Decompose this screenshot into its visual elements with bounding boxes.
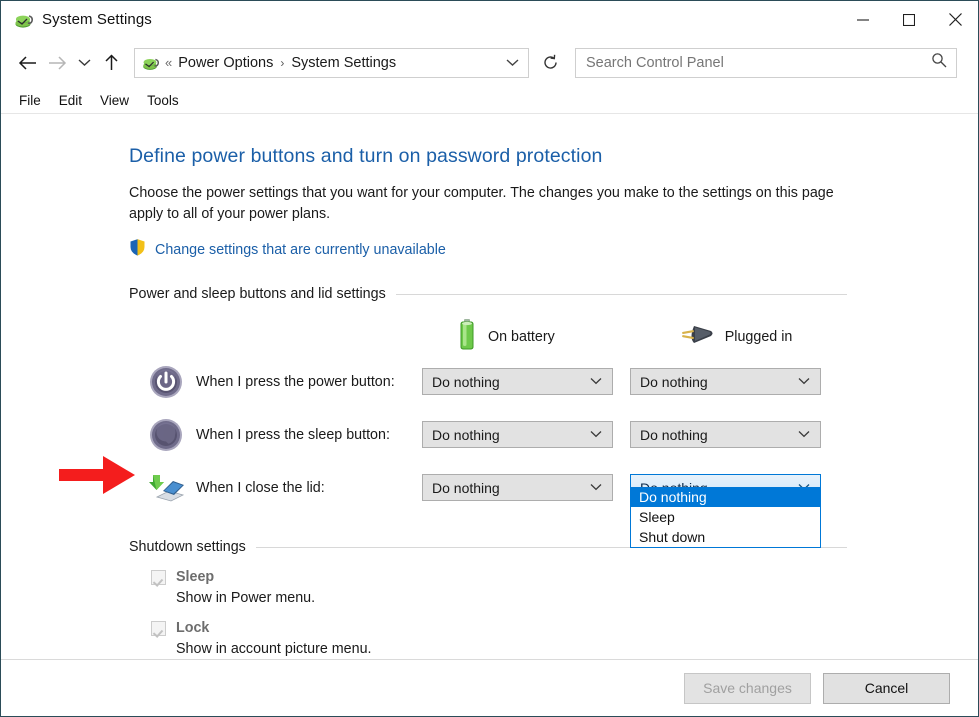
history-chevron-down-icon[interactable] — [72, 48, 96, 78]
column-label-on-battery: On battery — [488, 329, 555, 345]
setting-label-close-lid: When I close the lid: — [196, 480, 325, 496]
combo-value: Do nothing — [432, 374, 500, 390]
breadcrumb-overflow[interactable]: « — [165, 55, 172, 70]
dropdown-option-shut-down[interactable]: Shut down — [631, 527, 820, 547]
dropdown-list-close-lid-plugged[interactable]: Do nothing Sleep Shut down — [630, 487, 821, 548]
close-button[interactable] — [932, 1, 978, 38]
forward-arrow-icon — [42, 48, 72, 78]
search-placeholder: Search Control Panel — [586, 55, 724, 71]
checkbox-sub-lock: Show in account picture menu. — [176, 641, 978, 657]
chevron-down-icon — [798, 376, 810, 388]
change-settings-link[interactable]: Change settings that are currently unava… — [155, 242, 446, 258]
checkbox-row-sleep[interactable]: Sleep — [151, 569, 978, 585]
setting-row-power-button: When I press the power button: Do nothin… — [129, 355, 978, 408]
chevron-down-icon — [590, 429, 602, 441]
combo-value: Do nothing — [640, 427, 708, 443]
column-header-plugged-in: Plugged in — [680, 322, 793, 352]
power-plug-icon — [680, 322, 714, 352]
dropdown-option-sleep[interactable]: Sleep — [631, 507, 820, 527]
page-description: Choose the power settings that you want … — [129, 183, 847, 225]
menu-item-edit[interactable]: Edit — [50, 91, 91, 110]
address-bar[interactable]: « Power Options › System Settings — [134, 48, 529, 78]
address-power-options-icon — [141, 54, 159, 72]
setting-row-close-lid: When I close the lid: Do nothing Do noth… — [129, 461, 978, 514]
checkbox-lock — [151, 621, 166, 636]
minimize-button[interactable] — [840, 1, 886, 38]
menu-item-file[interactable]: File — [10, 91, 50, 110]
menu-bar: File Edit View Tools — [1, 87, 978, 114]
combo-value: Do nothing — [432, 480, 500, 496]
breadcrumb-separator-icon: › — [280, 56, 284, 70]
navigation-bar: « Power Options › System Settings Search… — [1, 38, 978, 87]
checkbox-label-sleep: Sleep — [176, 569, 214, 585]
checkbox-sleep — [151, 570, 166, 585]
address-chevron-down-icon[interactable] — [506, 56, 519, 70]
menu-item-tools[interactable]: Tools — [138, 91, 188, 110]
laptop-lid-icon — [149, 471, 183, 505]
checkbox-label-lock: Lock — [176, 620, 209, 636]
setting-label-power-button: When I press the power button: — [196, 374, 395, 390]
search-icon[interactable] — [931, 52, 947, 73]
combo-value: Do nothing — [640, 374, 708, 390]
chevron-down-icon — [590, 482, 602, 494]
breadcrumb-system-settings[interactable]: System Settings — [291, 55, 396, 71]
chevron-down-icon — [798, 429, 810, 441]
combo-sleep-button-battery[interactable]: Do nothing — [422, 421, 613, 448]
shield-icon — [129, 238, 146, 261]
section-divider — [396, 294, 847, 295]
shutdown-section-heading: Shutdown settings — [129, 539, 246, 555]
battery-icon — [457, 318, 477, 356]
caption-buttons — [840, 1, 978, 38]
combo-power-button-plugged[interactable]: Do nothing — [630, 368, 821, 395]
refresh-icon[interactable] — [532, 47, 568, 79]
back-arrow-icon[interactable] — [12, 48, 42, 78]
system-settings-window: System Settings — [0, 0, 979, 717]
cancel-button[interactable]: Cancel — [823, 673, 950, 704]
page-title: Define power buttons and turn on passwor… — [129, 145, 978, 168]
up-arrow-icon[interactable] — [96, 48, 126, 78]
titlebar: System Settings — [1, 1, 978, 38]
combo-power-button-battery[interactable]: Do nothing — [422, 368, 613, 395]
combo-sleep-button-plugged[interactable]: Do nothing — [630, 421, 821, 448]
sleep-moon-icon — [149, 418, 183, 452]
setting-row-sleep-button: When I press the sleep button: Do nothin… — [129, 408, 978, 461]
change-settings-link-row[interactable]: Change settings that are currently unava… — [129, 238, 978, 261]
search-input[interactable]: Search Control Panel — [575, 48, 957, 78]
chevron-down-icon — [590, 376, 602, 388]
footer-bar: Save changes Cancel — [1, 659, 978, 716]
maximize-button[interactable] — [886, 1, 932, 38]
combo-close-lid-battery[interactable]: Do nothing — [422, 474, 613, 501]
window-title: System Settings — [42, 11, 152, 28]
power-section-heading: Power and sleep buttons and lid settings — [129, 286, 386, 302]
checkbox-row-lock[interactable]: Lock — [151, 620, 978, 636]
column-header-on-battery: On battery — [457, 318, 555, 356]
breadcrumb-power-options[interactable]: Power Options — [178, 55, 273, 71]
setting-label-sleep-button: When I press the sleep button: — [196, 427, 390, 443]
save-changes-button[interactable]: Save changes — [684, 673, 811, 704]
menu-item-view[interactable]: View — [91, 91, 138, 110]
column-headers: On battery Plugged in — [129, 319, 978, 355]
column-label-plugged-in: Plugged in — [725, 329, 793, 345]
checkbox-sub-sleep: Show in Power menu. — [176, 590, 978, 606]
power-options-icon — [13, 10, 33, 30]
content-area: Define power buttons and turn on passwor… — [1, 145, 978, 705]
combo-value: Do nothing — [432, 427, 500, 443]
dropdown-option-do-nothing[interactable]: Do nothing — [631, 487, 820, 507]
power-button-icon — [149, 365, 183, 399]
power-section-heading-row: Power and sleep buttons and lid settings — [129, 286, 847, 302]
